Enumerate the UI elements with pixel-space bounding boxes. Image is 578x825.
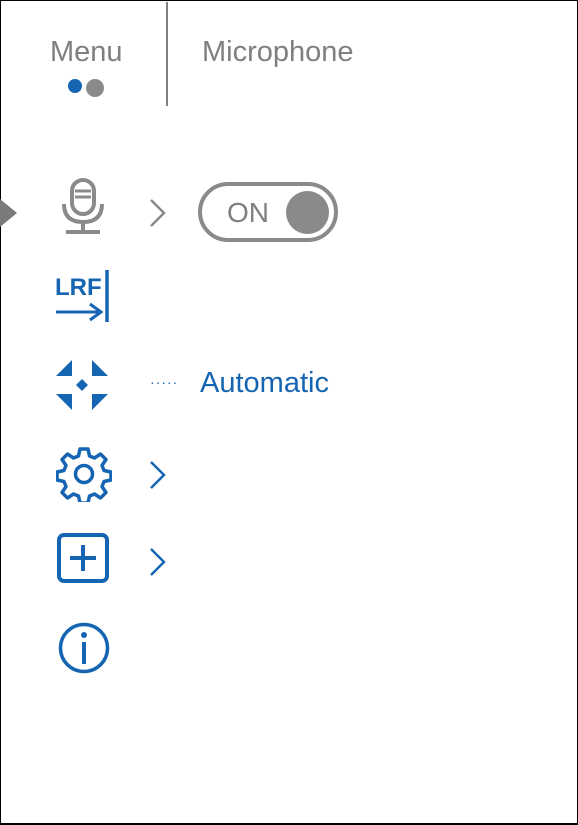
gear-icon	[55, 447, 113, 505]
lrf-icon: LRF	[55, 270, 109, 322]
menu-item-lrf[interactable]: LRF	[54, 268, 114, 329]
toggle-knob	[286, 191, 329, 234]
add-icon	[57, 533, 109, 583]
header-divider	[166, 2, 168, 106]
mode-value: Automatic	[200, 367, 329, 399]
chevron-right-icon[interactable]	[148, 459, 168, 491]
page-indicator	[68, 78, 108, 98]
menu-item-mode[interactable]	[56, 360, 110, 417]
page-dot-active	[68, 79, 82, 93]
lrf-icon-text: LRF	[55, 274, 102, 301]
menu-item-settings[interactable]	[55, 446, 113, 507]
menu-item-microphone[interactable]	[60, 178, 106, 241]
menu-item-add[interactable]	[57, 533, 111, 590]
toggle-label: ON	[227, 197, 269, 228]
menu-label: Menu	[50, 36, 123, 68]
menu-item-info[interactable]	[58, 622, 112, 681]
chevron-right-icon[interactable]	[148, 197, 168, 229]
auto-mode-icon	[56, 360, 108, 410]
page-dot-inactive	[86, 78, 104, 97]
selection-pointer-icon	[0, 199, 17, 227]
microphone-toggle[interactable]: ON	[198, 182, 338, 242]
page-title: Microphone	[202, 36, 354, 68]
info-icon	[58, 622, 110, 674]
chevron-right-icon[interactable]	[148, 546, 168, 578]
value-leader: ·····	[150, 374, 179, 390]
microphone-icon	[62, 178, 104, 234]
